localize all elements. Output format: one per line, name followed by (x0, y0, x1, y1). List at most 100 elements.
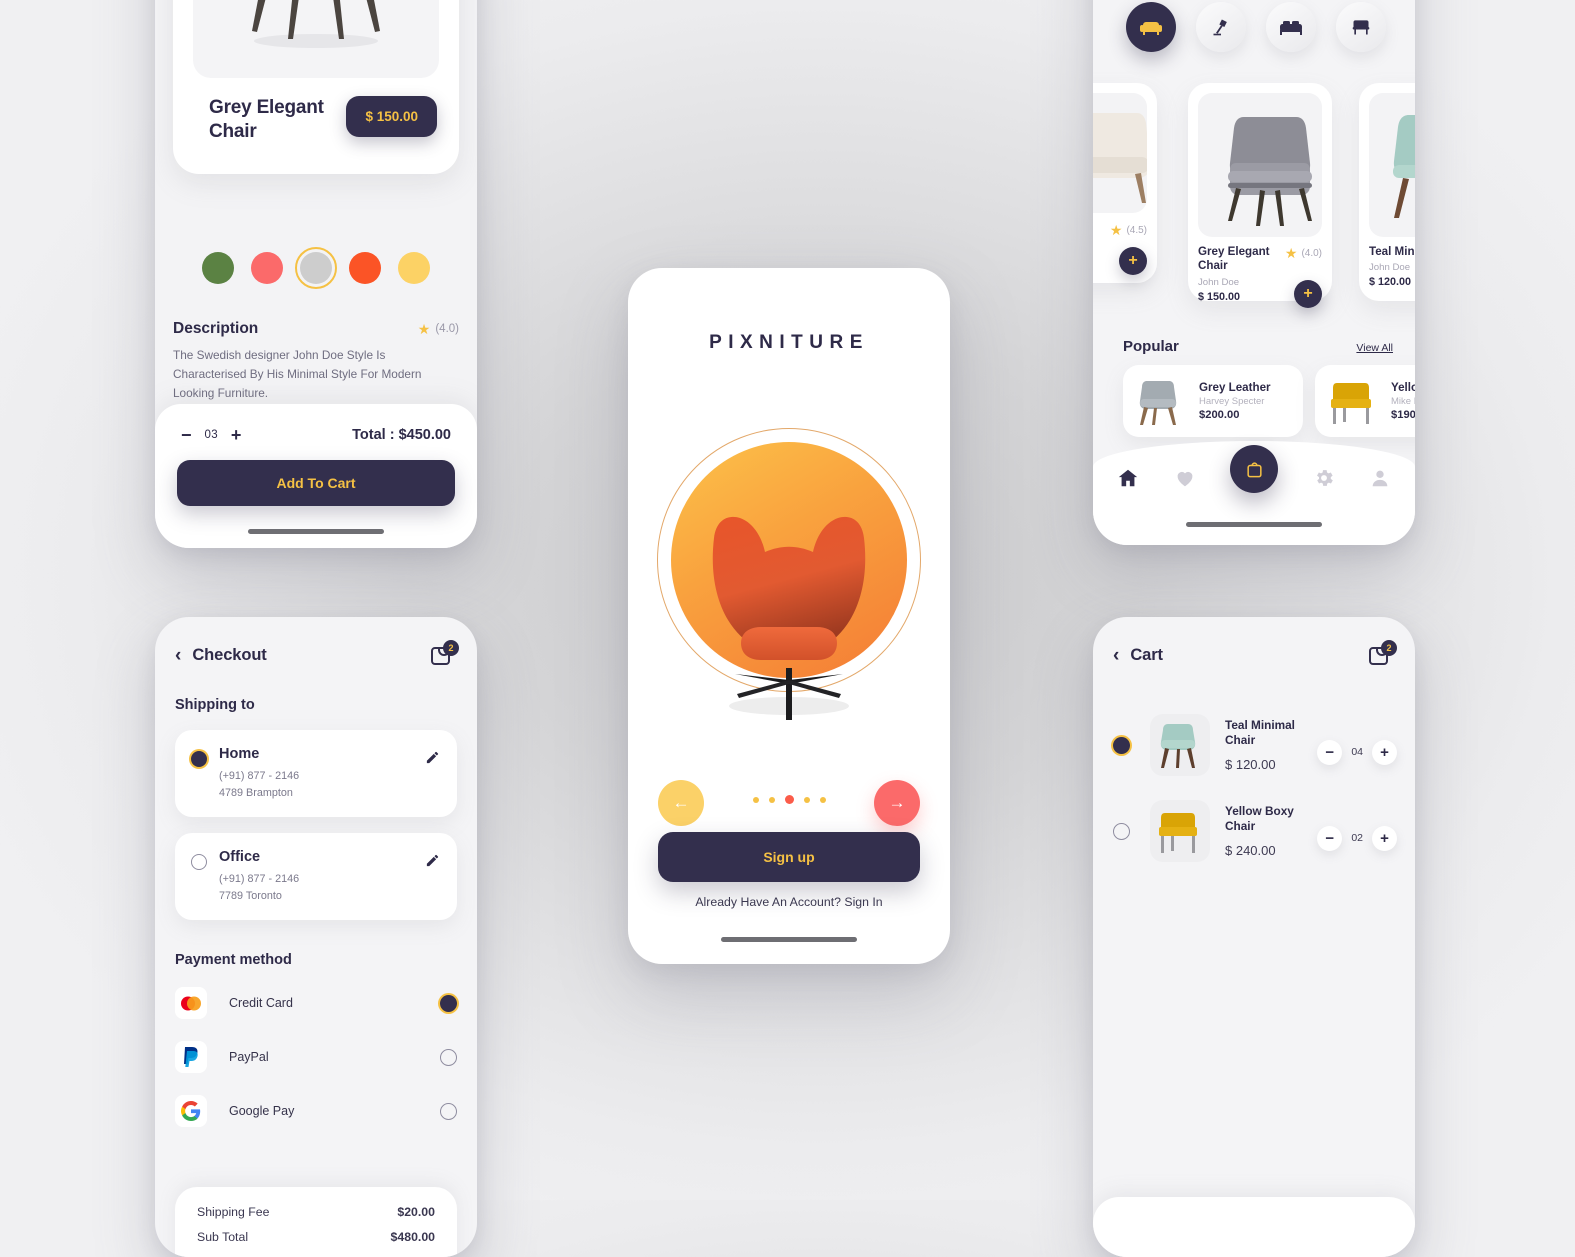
google-icon (175, 1095, 207, 1127)
tab-settings-icon[interactable] (1313, 467, 1335, 489)
address-radio-office[interactable] (191, 854, 207, 870)
back-icon[interactable]: ‹ (1113, 646, 1119, 665)
pagination-dot-2[interactable] (768, 796, 775, 803)
quantity-value: 03 (204, 429, 218, 441)
product-card-grey-elegant-chair[interactable]: Grey Elegant Chair John Doe $ 150.00 ★ (… (1188, 83, 1332, 308)
tab-favorites-icon[interactable] (1174, 467, 1196, 489)
payment-label-paypal: PayPal (229, 1050, 269, 1064)
cart-item-stepper[interactable]: − 04 + (1317, 739, 1397, 765)
swatch-yellow[interactable] (398, 252, 430, 284)
cart-increase-button[interactable]: + (1372, 825, 1397, 851)
product-author: John Doe (1369, 262, 1411, 274)
payment-label-credit-card: Credit Card (229, 996, 293, 1010)
cart-decrease-button[interactable]: − (1317, 739, 1343, 765)
cart-decrease-button[interactable]: − (1317, 825, 1343, 851)
category-bed-icon[interactable] (1266, 2, 1316, 52)
cart-item-price: $ 120.00 (1225, 757, 1276, 773)
payment-row-google-pay[interactable]: Google Pay (175, 1095, 457, 1127)
onboarding-pagination-dots[interactable] (628, 795, 950, 804)
app-brand-title: PIXNITURE (709, 332, 869, 353)
summary-value-shipping: $20.00 (397, 1205, 435, 1219)
cart-item-radio[interactable] (1113, 736, 1130, 754)
onboarding-screen: PIXNITURE ← → Sign up Already Have An Ac… (628, 268, 950, 964)
add-to-cart-button[interactable]: Add To Cart (177, 460, 455, 506)
view-all-link[interactable]: View All (1356, 342, 1393, 354)
payment-label-google-pay: Google Pay (229, 1104, 295, 1118)
product-card-partial-left[interactable]: ★ (4.5) + (1093, 83, 1157, 283)
product-card-partial-right[interactable]: Teal Minimal Chair John Doe $ 120.00 (1359, 83, 1415, 301)
address-street-office: 7789 Toronto (219, 889, 282, 902)
payment-row-credit-card[interactable]: Credit Card (175, 987, 457, 1019)
category-filter-row[interactable] (1093, 2, 1415, 52)
product-hero-image (193, 0, 439, 78)
home-screen: ★ (4.5) + Grey Elegant Chair John Doe $ … (1093, 0, 1415, 545)
add-product-button[interactable]: + (1119, 247, 1147, 275)
category-lamp-icon[interactable] (1196, 2, 1246, 52)
paypal-icon (175, 1041, 207, 1073)
summary-label-subtotal: Sub Total (197, 1230, 249, 1244)
cart-screen: ‹ Cart 2 Teal Minimal Chair $ 120.00 − 0… (1093, 617, 1415, 1257)
pagination-dot-3-active[interactable] (784, 795, 794, 804)
description-label: Description (173, 320, 259, 337)
product-author: John Doe (1198, 276, 1240, 288)
pagination-dot-1[interactable] (752, 796, 759, 803)
home-indicator (721, 937, 857, 942)
swatch-grey-selected[interactable] (295, 247, 337, 289)
address-radio-home[interactable] (191, 751, 207, 767)
swatch-coral[interactable] (251, 252, 283, 284)
address-name-office: Office (219, 849, 261, 865)
pagination-dot-5[interactable] (819, 796, 826, 803)
description-header: Description ★ (4.0) (173, 320, 459, 338)
cart-count-badge: 2 (1381, 640, 1397, 656)
cart-item-stepper[interactable]: − 02 + (1317, 825, 1397, 851)
cart-bag-icon[interactable]: 2 (1369, 640, 1397, 667)
payment-radio-google-pay[interactable] (440, 1102, 457, 1120)
payment-row-paypal[interactable]: PayPal (175, 1041, 457, 1073)
payment-radio-credit-card[interactable] (440, 994, 457, 1012)
address-phone-office: (+91) 877 - 2146 (219, 873, 300, 885)
color-swatch-row[interactable] (155, 247, 477, 289)
signin-link[interactable]: Already Have An Account? Sign In (628, 895, 950, 909)
quantity-decrease-button[interactable]: − (181, 426, 192, 444)
grey-leather-chair-illustration (1139, 381, 1177, 425)
product-title-row: Grey Elegant Chair $ 150.00 (209, 96, 437, 144)
home-indicator (248, 529, 384, 534)
cart-quantity-value: 04 (1351, 746, 1363, 758)
cart-bag-icon[interactable]: 2 (431, 640, 459, 667)
payment-radio-paypal[interactable] (440, 1048, 457, 1066)
cart-item-radio[interactable] (1113, 822, 1130, 840)
popular-card-yellow-boxy[interactable]: Yellow Boxy Mike Ross $190.00 (1315, 365, 1415, 437)
tab-profile-icon[interactable] (1369, 467, 1391, 489)
swatch-orange-red[interactable] (349, 252, 381, 284)
yellow-boxy-chair-illustration (1159, 813, 1197, 853)
cart-item-thumbnail (1150, 714, 1210, 776)
cart-quantity-value: 02 (1351, 832, 1363, 844)
product-price: $ 120.00 (1369, 276, 1412, 289)
popular-author: Mike Ross (1391, 396, 1415, 407)
pagination-dot-4[interactable] (803, 796, 810, 803)
quantity-increase-button[interactable]: + (231, 426, 242, 444)
cart-increase-button[interactable]: + (1372, 739, 1397, 765)
signup-button[interactable]: Sign up (658, 832, 920, 882)
payment-section-title: Payment method (175, 952, 292, 968)
address-card-home[interactable]: Home (+91) 877 - 2146 4789 Brampton (175, 730, 457, 818)
add-to-cart-panel: − 03 + Total : $450.00 Add To Cart (155, 404, 477, 548)
add-product-button[interactable]: + (1294, 280, 1322, 308)
tab-bag-fab-button[interactable] (1230, 445, 1278, 493)
cart-item-yellow-boxy-chair[interactable]: Yellow Boxy Chair $ 240.00 − 02 + (1113, 795, 1397, 867)
swatch-green[interactable] (202, 252, 234, 284)
product-detail-screen: Grey Elegant Chair $ 150.00 Description … (155, 0, 477, 548)
checkout-screen: ‹ Checkout 2 Shipping to Home (+91) 877 … (155, 617, 477, 1257)
yellow-boxy-chair-illustration (1331, 383, 1371, 424)
edit-pencil-icon[interactable] (425, 853, 440, 868)
category-chair-icon[interactable] (1336, 2, 1386, 52)
back-icon[interactable]: ‹ (175, 646, 181, 665)
popular-card-grey-leather[interactable]: Grey Leather Harvey Specter $200.00 (1123, 365, 1303, 437)
cart-item-teal-minimal-chair[interactable]: Teal Minimal Chair $ 120.00 − 04 + (1113, 709, 1397, 781)
edit-pencil-icon[interactable] (425, 750, 440, 765)
tab-home-icon[interactable] (1117, 467, 1139, 489)
category-sofa-icon[interactable] (1126, 2, 1176, 52)
popular-carousel[interactable]: Grey Leather Harvey Specter $200.00 Yell… (1093, 365, 1415, 437)
address-card-office[interactable]: Office (+91) 877 - 2146 7789 Toronto (175, 833, 457, 921)
product-carousel[interactable]: ★ (4.5) + Grey Elegant Chair John Doe $ … (1093, 83, 1415, 308)
